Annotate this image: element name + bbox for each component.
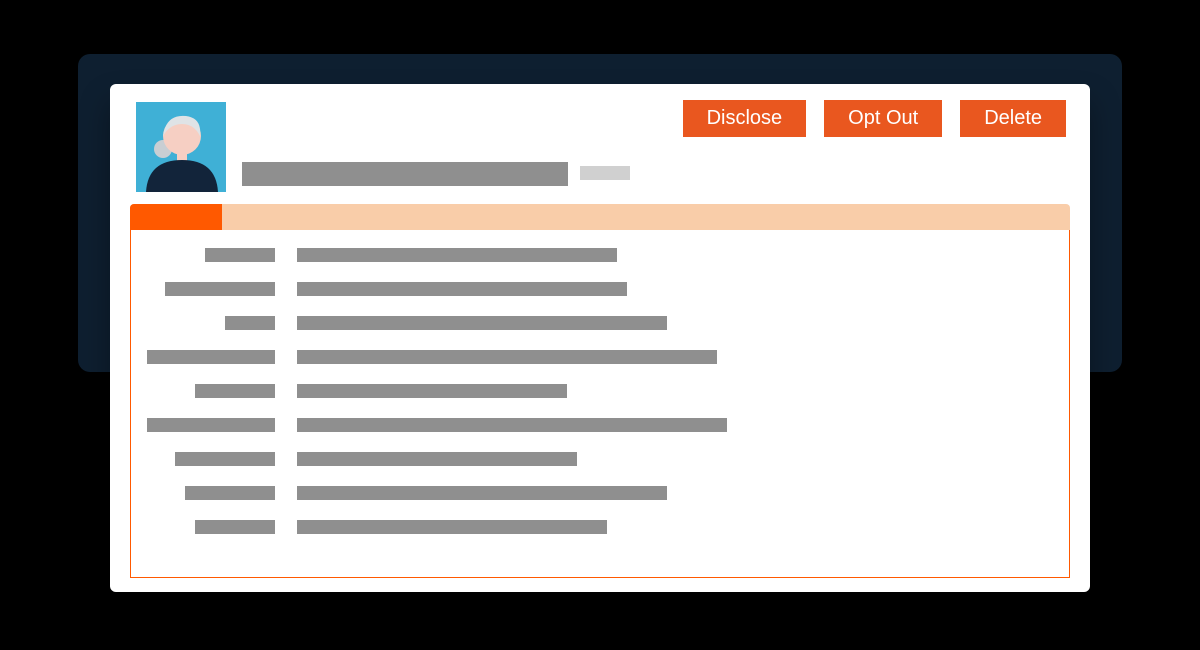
tab-active[interactable] xyxy=(130,204,222,230)
detail-label-placeholder xyxy=(147,350,275,364)
detail-value-placeholder xyxy=(297,248,617,262)
detail-row xyxy=(147,418,1053,432)
delete-button[interactable]: Delete xyxy=(960,100,1066,137)
detail-label-placeholder xyxy=(185,486,275,500)
detail-value-placeholder xyxy=(297,316,667,330)
profile-card: Disclose Opt Out Delete xyxy=(110,84,1090,592)
profile-sub-placeholder xyxy=(580,166,630,180)
detail-row xyxy=(147,350,1053,364)
tab-strip xyxy=(130,204,1070,230)
detail-row xyxy=(147,452,1053,466)
detail-label-placeholder xyxy=(147,418,275,432)
detail-label-placeholder xyxy=(165,282,275,296)
detail-row xyxy=(147,384,1053,398)
detail-label-placeholder xyxy=(195,384,275,398)
detail-row xyxy=(147,248,1053,262)
detail-value-placeholder xyxy=(297,418,727,432)
profile-name-placeholder xyxy=(242,162,568,186)
detail-value-placeholder xyxy=(297,350,717,364)
avatar-image-icon xyxy=(136,102,226,192)
detail-label-placeholder xyxy=(205,248,275,262)
detail-row xyxy=(147,520,1053,534)
detail-value-placeholder xyxy=(297,452,577,466)
detail-value-placeholder xyxy=(297,384,567,398)
detail-value-placeholder xyxy=(297,486,667,500)
action-buttons: Disclose Opt Out Delete xyxy=(683,100,1066,137)
avatar xyxy=(136,102,226,192)
detail-label-placeholder xyxy=(225,316,275,330)
detail-value-placeholder xyxy=(297,282,627,296)
detail-value-placeholder xyxy=(297,520,607,534)
detail-label-placeholder xyxy=(195,520,275,534)
detail-row xyxy=(147,282,1053,296)
detail-row xyxy=(147,486,1053,500)
card-header: Disclose Opt Out Delete xyxy=(110,84,1090,204)
disclose-button[interactable]: Disclose xyxy=(683,100,807,137)
detail-label-placeholder xyxy=(175,452,275,466)
opt-out-button[interactable]: Opt Out xyxy=(824,100,942,137)
details-panel xyxy=(130,230,1070,578)
detail-row xyxy=(147,316,1053,330)
